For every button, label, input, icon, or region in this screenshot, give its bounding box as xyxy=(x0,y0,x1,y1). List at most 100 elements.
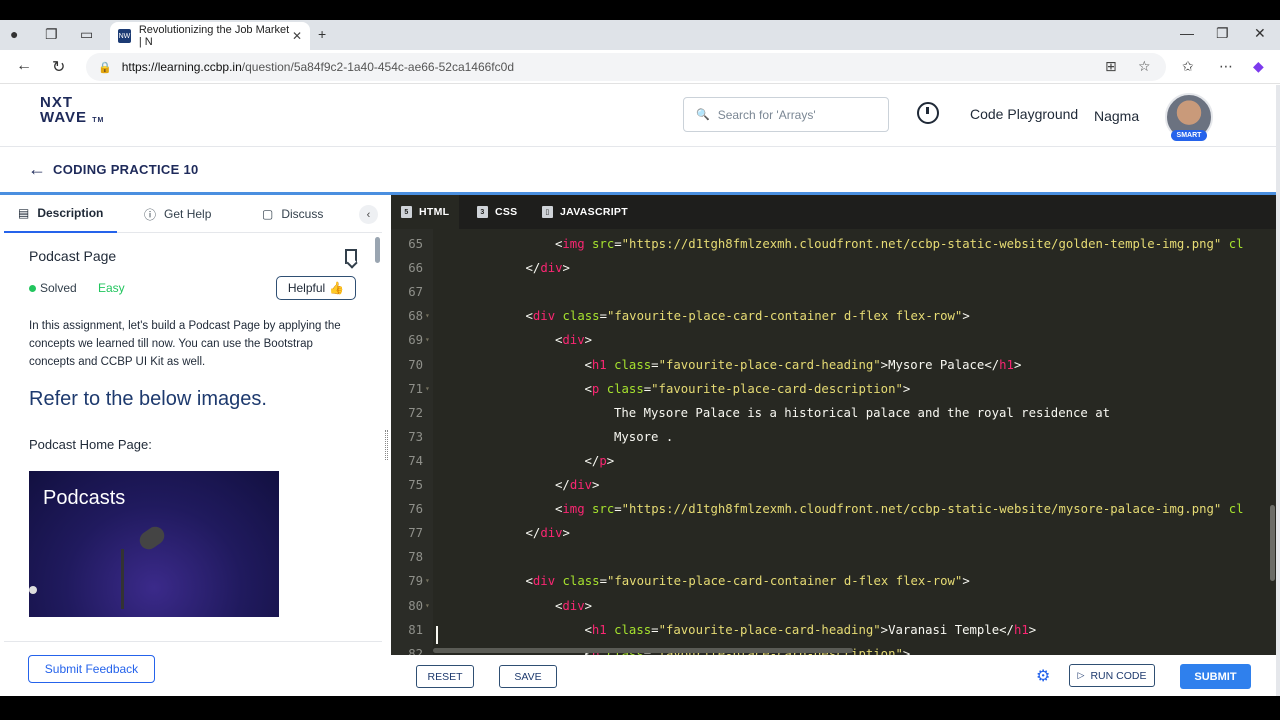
lock-icon[interactable]: 🔒 xyxy=(98,61,112,74)
line-number: 67 xyxy=(408,285,423,300)
copilot-icon[interactable]: ◆ xyxy=(1253,58,1264,75)
fold-arrow-icon[interactable]: ▾ xyxy=(425,569,430,593)
tab-description[interactable]: ▤ Description xyxy=(4,195,118,233)
editor-horizontal-scrollbar[interactable] xyxy=(433,648,853,653)
helpful-button[interactable]: Helpful 👍 xyxy=(276,276,356,300)
podcast-preview-image: Podcasts xyxy=(29,471,279,617)
code-line[interactable]: 74 </p> xyxy=(391,449,1276,473)
code-line[interactable]: 66 </div> xyxy=(391,256,1276,280)
tab-discuss-label: Discuss xyxy=(281,207,324,221)
submit-button[interactable]: SUBMIT xyxy=(1180,664,1251,689)
code-text: <img src="https://d1tgh8fmlzexmh.cloudfr… xyxy=(555,232,1244,256)
line-number: 75 xyxy=(408,478,423,492)
search-input[interactable]: 🔍 Search for 'Arrays' xyxy=(683,97,889,132)
code-line[interactable]: 80 ▾ <div> xyxy=(391,594,1276,618)
new-tab-icon[interactable]: + xyxy=(318,26,326,42)
code-token: > xyxy=(902,646,911,655)
url-field[interactable]: 🔒 https://learning.ccbp.in/question/5a84… xyxy=(86,53,1166,81)
tab-javascript[interactable]: ▯ JAVASCRIPT xyxy=(542,195,628,229)
code-line[interactable]: 75 </div> xyxy=(391,473,1276,497)
tab-discuss[interactable]: ▢ Discuss xyxy=(262,195,323,233)
favorite-star-icon[interactable]: ☆ xyxy=(1138,58,1151,75)
search-placeholder: Search for 'Arrays' xyxy=(717,107,816,122)
line-number: 70 xyxy=(408,357,423,372)
code-line[interactable]: 78 xyxy=(391,545,1276,569)
user-name[interactable]: Nagma xyxy=(1094,108,1139,124)
panel-resize-handle[interactable] xyxy=(385,430,388,460)
code-playground-link[interactable]: Code Playground xyxy=(970,106,1078,122)
tab-actions-icon[interactable]: ▭ xyxy=(80,26,93,43)
browser-tab[interactable]: NW Revolutionizing the Job Market | N ✕ xyxy=(110,22,310,50)
code-line[interactable]: 77 </div> xyxy=(391,521,1276,545)
code-line[interactable]: 71 ▾ <p class="favourite-place-card-descri… xyxy=(391,377,1276,401)
reset-button[interactable]: RESET xyxy=(416,665,474,688)
thumbs-up-icon: 👍 xyxy=(329,281,345,295)
collapse-panel-button[interactable]: ‹ xyxy=(359,205,378,224)
css3-icon: 3 xyxy=(477,206,488,218)
avatar[interactable]: SMART xyxy=(1165,93,1213,141)
code-line[interactable]: 70 <h1 class="favourite-place-card-headin… xyxy=(391,353,1276,377)
code-token: h1 xyxy=(591,357,607,372)
status-badge: Solved xyxy=(29,281,77,295)
run-code-button[interactable]: ▷ RUN CODE xyxy=(1069,664,1155,687)
profile-icon[interactable]: ● xyxy=(10,26,18,42)
tab-html[interactable]: 5 HTML xyxy=(391,195,460,229)
save-button[interactable]: SAVE xyxy=(499,665,557,688)
close-tab-icon[interactable]: ✕ xyxy=(292,29,302,43)
code-token: src xyxy=(592,237,615,251)
stopwatch-icon[interactable] xyxy=(917,102,939,124)
code-token: </ xyxy=(555,478,570,492)
url-path: /question/5a84f9c2-1a40-454c-ae66-52ca14… xyxy=(241,60,514,74)
practice-subheader: ← CODING PRACTICE 10 xyxy=(0,148,1280,193)
favorites-icon[interactable]: ✩ xyxy=(1182,58,1194,75)
code-token: class xyxy=(614,622,652,637)
code-token: </ xyxy=(525,261,541,276)
workspaces-icon[interactable]: ❐ xyxy=(45,26,58,43)
screen: ● ❐ ▭ NW Revolutionizing the Job Market … xyxy=(0,0,1280,720)
code-token: > xyxy=(962,574,970,589)
left-scrollbar[interactable] xyxy=(375,237,380,263)
code-line[interactable]: 76 <img src="https://d1tgh8fmlzexmh.cloud… xyxy=(391,497,1276,521)
code-line[interactable]: 65 <img src="https://d1tgh8fmlzexmh.cloud… xyxy=(391,232,1276,256)
submit-feedback-button[interactable]: Submit Feedback xyxy=(28,655,155,683)
code-token: img xyxy=(562,502,585,517)
close-window-icon[interactable]: ✕ xyxy=(1254,25,1266,42)
code-token: div xyxy=(540,526,563,541)
bookmark-icon[interactable] xyxy=(345,249,357,264)
tab-css[interactable]: 3 CSS xyxy=(477,195,518,229)
code-line[interactable]: 79 ▾ <div class="favourite-place-card-cont… xyxy=(391,569,1276,593)
gear-icon[interactable]: ⚙ xyxy=(1036,666,1050,686)
code-line[interactable]: 69 ▾ <div> xyxy=(391,328,1276,352)
fold-arrow-icon[interactable]: ▾ xyxy=(425,377,430,401)
editor-tabs: 5 HTML 3 CSS ▯ JAVASCRIPT xyxy=(391,195,1276,229)
fold-arrow-icon[interactable]: ▾ xyxy=(425,328,430,352)
code-editor[interactable]: 5 HTML 3 CSS ▯ JAVASCRIPT 65 <img src="ht… xyxy=(391,195,1276,655)
line-number: 74 xyxy=(408,453,423,468)
restore-icon[interactable]: ❐ xyxy=(1216,25,1229,42)
fold-arrow-icon[interactable]: ▾ xyxy=(425,594,430,618)
code-token: div xyxy=(562,333,585,348)
more-menu-icon[interactable]: ⋯ xyxy=(1219,58,1233,75)
back-arrow-icon[interactable]: ← xyxy=(28,159,46,180)
code-token: div xyxy=(532,574,556,589)
code-line[interactable]: 81 <h1 class="favourite-place-card-headin… xyxy=(391,618,1276,642)
code-text: <div> xyxy=(555,328,592,352)
tab-get-help[interactable]: ⓘ Get Help xyxy=(144,195,211,233)
back-icon[interactable]: ← xyxy=(16,57,32,75)
code-token: >Varanasi Temple</ xyxy=(880,622,1014,637)
code-line[interactable]: 68 ▾ <div class="favourite-place-card-cont… xyxy=(391,304,1276,328)
reload-icon[interactable]: ↻ xyxy=(52,57,65,77)
code-line[interactable]: 72 The Mysore Palace is a historical pala… xyxy=(391,401,1276,425)
code-line[interactable]: 67 xyxy=(391,280,1276,304)
fold-arrow-icon[interactable]: ▾ xyxy=(425,304,430,328)
code-token: = xyxy=(599,574,607,589)
editor-vertical-scrollbar[interactable] xyxy=(1270,505,1275,581)
code-line[interactable]: 73 Mysore . xyxy=(391,425,1276,449)
minimize-icon[interactable]: — xyxy=(1180,25,1194,41)
app-available-icon[interactable]: ⊞ xyxy=(1105,58,1117,75)
nxtwave-logo[interactable]: NXT WAVE TM xyxy=(40,95,104,128)
